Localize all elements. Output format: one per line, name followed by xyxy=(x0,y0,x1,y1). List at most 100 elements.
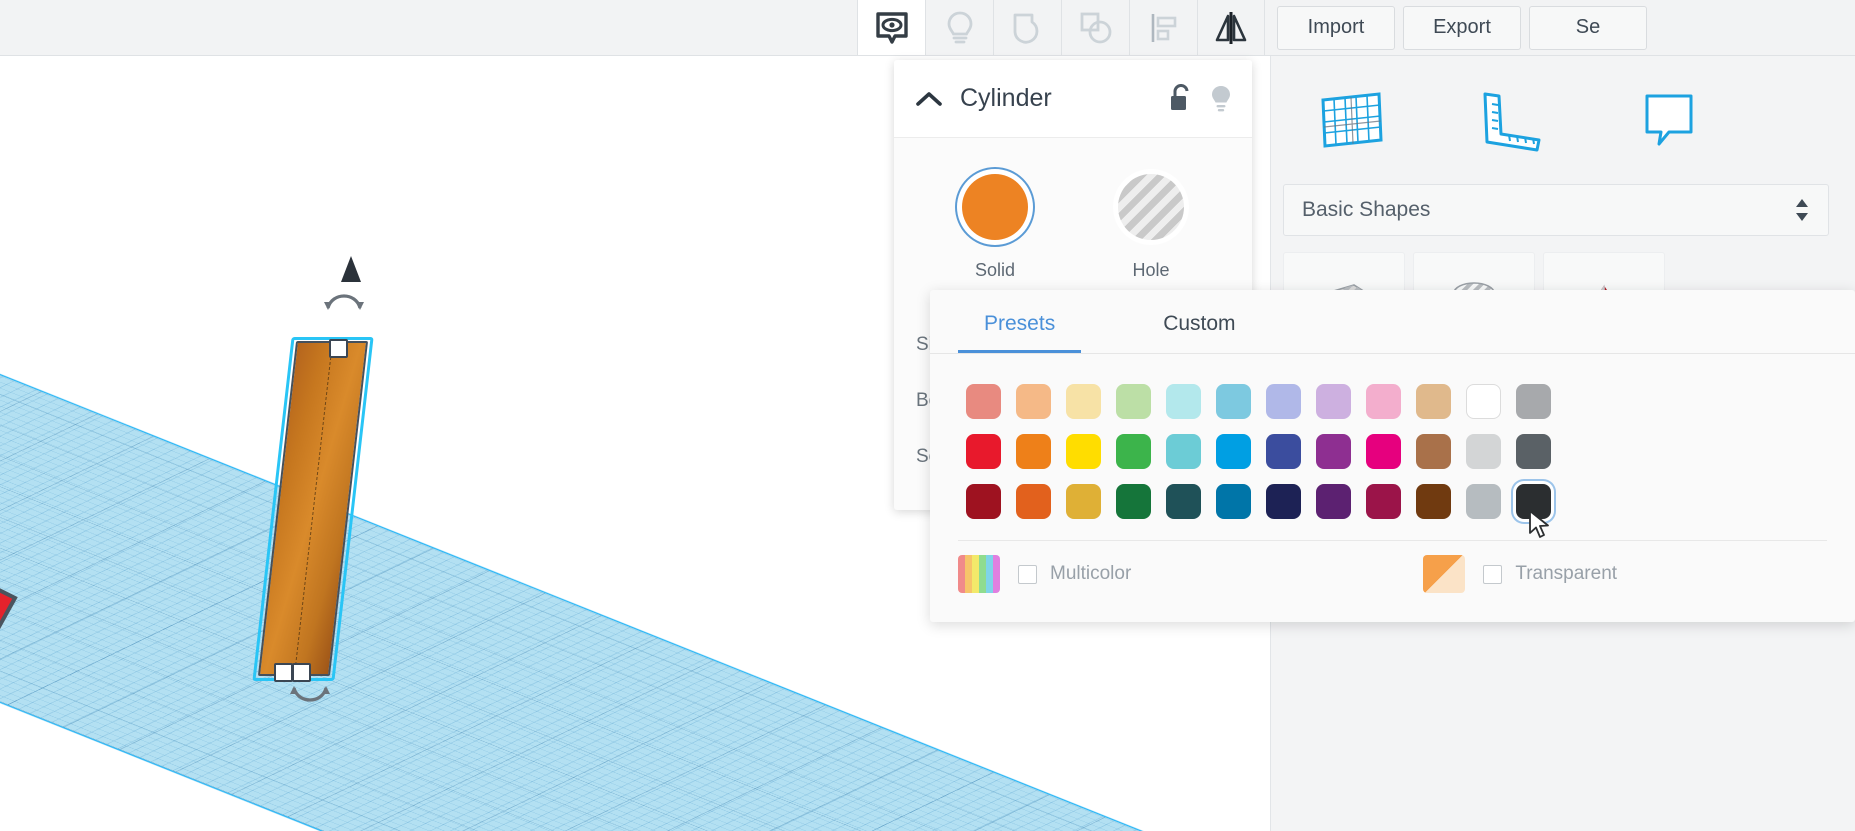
color-swatch-fill xyxy=(1066,384,1101,419)
color-swatch-19[interactable] xyxy=(1308,426,1358,476)
notes-tool-button[interactable] xyxy=(1627,78,1711,162)
color-swatch-32[interactable] xyxy=(1358,476,1408,526)
send-to-button[interactable]: Se xyxy=(1529,6,1647,50)
color-swatch-fill xyxy=(1016,484,1051,519)
color-swatch-fill xyxy=(966,484,1001,519)
unlock-icon[interactable] xyxy=(1168,84,1194,114)
color-swatch-7[interactable] xyxy=(1308,376,1358,426)
color-swatch-3[interactable] xyxy=(1108,376,1158,426)
scale-handle-top[interactable] xyxy=(329,339,348,358)
ungroup-shapes-icon-button[interactable] xyxy=(1061,0,1129,55)
color-swatch-28[interactable] xyxy=(1158,476,1208,526)
color-swatch-26[interactable] xyxy=(1058,476,1108,526)
color-swatch-fill xyxy=(1016,384,1051,419)
extrude-up-arrow-gizmo[interactable] xyxy=(340,256,362,284)
color-swatch-14[interactable] xyxy=(1058,426,1108,476)
export-button[interactable]: Export xyxy=(1403,6,1521,50)
color-swatch-12[interactable] xyxy=(958,426,1008,476)
sidebar-tools xyxy=(1271,56,1855,162)
group-shapes-icon-button[interactable] xyxy=(993,0,1061,55)
workplane-tool-button[interactable] xyxy=(1307,78,1391,162)
rocket-model[interactable] xyxy=(0,456,180,696)
color-swatch-11[interactable] xyxy=(1508,376,1558,426)
top-toolbar: Import Export Se xyxy=(0,0,1855,56)
collapse-panel-button[interactable] xyxy=(912,82,946,116)
multicolor-checkbox-group[interactable]: Multicolor xyxy=(1018,563,1131,585)
color-swatch-6[interactable] xyxy=(1258,376,1308,426)
light-bulb-icon[interactable] xyxy=(1208,84,1234,114)
inspector-header: Cylinder xyxy=(894,60,1252,138)
color-swatch-31[interactable] xyxy=(1308,476,1358,526)
color-swatch-fill xyxy=(1216,434,1251,469)
color-swatch-fill xyxy=(1466,484,1501,519)
color-swatch-27[interactable] xyxy=(1108,476,1158,526)
color-swatch-fill xyxy=(1316,434,1351,469)
color-swatch-4[interactable] xyxy=(1158,376,1208,426)
color-swatch-1[interactable] xyxy=(1008,376,1058,426)
mirror-icon-button[interactable] xyxy=(1197,0,1265,55)
tab-custom[interactable]: Custom xyxy=(1137,304,1261,353)
import-button[interactable]: Import xyxy=(1277,6,1395,50)
workplane-icon xyxy=(1309,80,1389,160)
color-swatch-fill xyxy=(1266,384,1301,419)
solid-color-swatch[interactable] xyxy=(962,174,1028,240)
color-swatch-30[interactable] xyxy=(1258,476,1308,526)
rotate-top-gizmo[interactable] xyxy=(322,288,366,314)
hole-mode-option[interactable]: Hole xyxy=(1108,174,1194,281)
multicolor-swatch[interactable] xyxy=(958,555,1000,593)
tab-presets[interactable]: Presets xyxy=(958,304,1081,353)
ungroup-shapes-icon xyxy=(1076,8,1116,48)
solid-mode-option[interactable]: Solid xyxy=(952,174,1038,281)
solid-hole-selector: Solid Hole xyxy=(894,138,1252,281)
scale-handle-bottom-right[interactable] xyxy=(292,663,311,682)
color-swatch-34[interactable] xyxy=(1458,476,1508,526)
transparent-swatch[interactable] xyxy=(1423,555,1465,593)
color-swatch-16[interactable] xyxy=(1158,426,1208,476)
group-shapes-icon xyxy=(1008,8,1048,48)
color-swatch-fill xyxy=(1466,384,1501,419)
color-swatch-18[interactable] xyxy=(1258,426,1308,476)
color-swatch-22[interactable] xyxy=(1458,426,1508,476)
color-swatch-fill xyxy=(1166,434,1201,469)
ruler-tool-button[interactable] xyxy=(1467,78,1551,162)
color-swatch-25[interactable] xyxy=(1008,476,1058,526)
shape-library-select[interactable]: Basic Shapes xyxy=(1283,184,1829,236)
rotate-bottom-gizmo[interactable] xyxy=(288,684,332,708)
color-swatch-fill xyxy=(1416,484,1451,519)
light-bulb-icon xyxy=(940,8,980,48)
color-swatch-10[interactable] xyxy=(1458,376,1508,426)
color-swatch-13[interactable] xyxy=(1008,426,1058,476)
color-swatch-fill xyxy=(1266,434,1301,469)
color-swatch-21[interactable] xyxy=(1408,426,1458,476)
color-swatch-15[interactable] xyxy=(1108,426,1158,476)
color-swatch-fill xyxy=(1216,384,1251,419)
color-swatch-9[interactable] xyxy=(1408,376,1458,426)
mirror-icon xyxy=(1211,8,1251,48)
color-swatch-24[interactable] xyxy=(958,476,1008,526)
hole-pattern-swatch[interactable] xyxy=(1118,174,1184,240)
inspector-header-icons xyxy=(1168,84,1234,114)
color-swatch-2[interactable] xyxy=(1058,376,1108,426)
view-comment-icon-button[interactable] xyxy=(857,0,925,55)
color-swatch-fill xyxy=(1316,384,1351,419)
transparent-checkbox[interactable] xyxy=(1483,565,1502,584)
color-swatch-23[interactable] xyxy=(1508,426,1558,476)
transparent-checkbox-group[interactable]: Transparent xyxy=(1483,563,1617,585)
scale-handle-bottom-left[interactable] xyxy=(274,663,293,682)
color-swatch-0[interactable] xyxy=(958,376,1008,426)
color-swatch-29[interactable] xyxy=(1208,476,1258,526)
color-swatch-fill xyxy=(1466,434,1501,469)
mouse-cursor xyxy=(1529,510,1551,540)
align-icon xyxy=(1144,8,1184,48)
color-swatch-5[interactable] xyxy=(1208,376,1258,426)
color-swatch-17[interactable] xyxy=(1208,426,1258,476)
color-swatch-8[interactable] xyxy=(1358,376,1408,426)
light-bulb-icon-button[interactable] xyxy=(925,0,993,55)
align-icon-button[interactable] xyxy=(1129,0,1197,55)
multicolor-label: Multicolor xyxy=(1050,563,1131,585)
color-swatch-fill xyxy=(1216,484,1251,519)
color-swatch-33[interactable] xyxy=(1408,476,1458,526)
color-swatch-fill xyxy=(1516,434,1551,469)
multicolor-checkbox[interactable] xyxy=(1018,565,1037,584)
color-swatch-20[interactable] xyxy=(1358,426,1408,476)
